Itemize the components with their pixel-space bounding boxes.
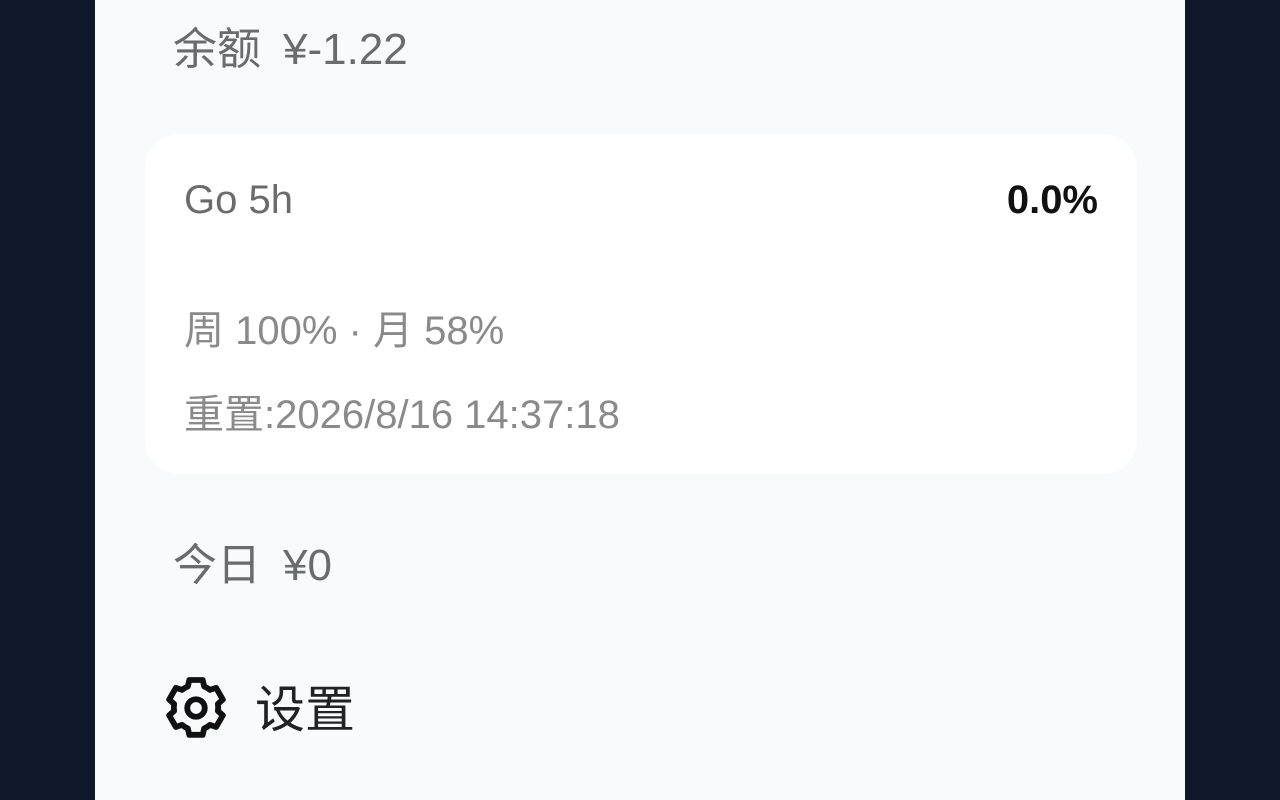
today-value: ¥0 bbox=[283, 541, 332, 590]
today-row: 今日 ¥0 bbox=[173, 538, 332, 594]
today-label: 今日 bbox=[173, 541, 261, 590]
usage-reset-time: 重置:2026/8/16 14:37:18 bbox=[184, 393, 620, 437]
balance-row: 余额 ¥-1.22 bbox=[173, 22, 408, 78]
balance-value: ¥-1.22 bbox=[283, 25, 408, 74]
gear-icon bbox=[161, 673, 231, 748]
usage-period-detail: 周 100% · 月 58% bbox=[184, 309, 505, 353]
usage-card-title: Go 5h bbox=[184, 178, 293, 222]
usage-card: Go 5h 0.0% 周 100% · 月 58% 重置:2026/8/16 1… bbox=[145, 134, 1137, 474]
balance-label: 余额 bbox=[173, 25, 261, 74]
usage-panel: 余额 ¥-1.22 Go 5h 0.0% 周 100% · 月 58% 重置:20… bbox=[95, 0, 1185, 800]
settings-button[interactable]: 设置 bbox=[161, 670, 355, 750]
settings-label: 设置 bbox=[255, 682, 355, 738]
usage-percent: 0.0% bbox=[1006, 178, 1098, 222]
